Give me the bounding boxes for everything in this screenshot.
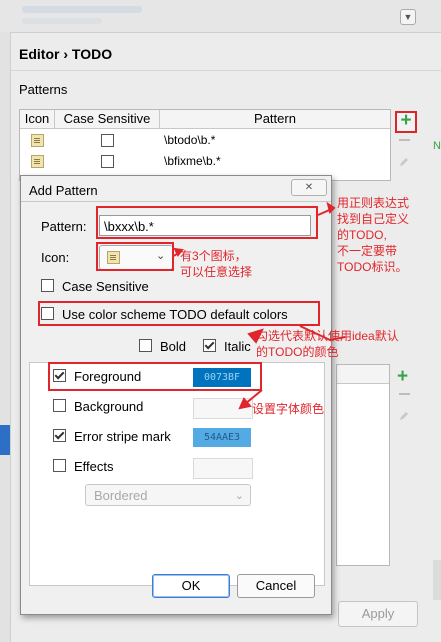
annotation-icon-note: 有3个图标， 可以任意选择 bbox=[180, 248, 252, 280]
annotation-pattern-text: 用正则表达式 找到自己定义 的TODO, 不一定要带 TODO标识。 bbox=[337, 196, 410, 274]
annotation-foreground-text: 设置字体颜色 bbox=[252, 402, 325, 416]
annotation-foreground-note: 设置字体颜色 bbox=[252, 401, 324, 417]
annotation-scheme-text: 勾选代表默认使用idea默认 的TODO的颜色 bbox=[256, 329, 399, 359]
annotation-pattern-note: 用正则表达式 找到自己定义 的TODO, 不一定要带 TODO标识。 bbox=[337, 195, 409, 275]
annotation-icon-text: 有3个图标， 可以任意选择 bbox=[180, 249, 253, 279]
annotation-scheme-note: 勾选代表默认使用idea默认 的TODO的颜色 bbox=[256, 328, 399, 360]
annotation-arrows bbox=[173, 201, 346, 410]
